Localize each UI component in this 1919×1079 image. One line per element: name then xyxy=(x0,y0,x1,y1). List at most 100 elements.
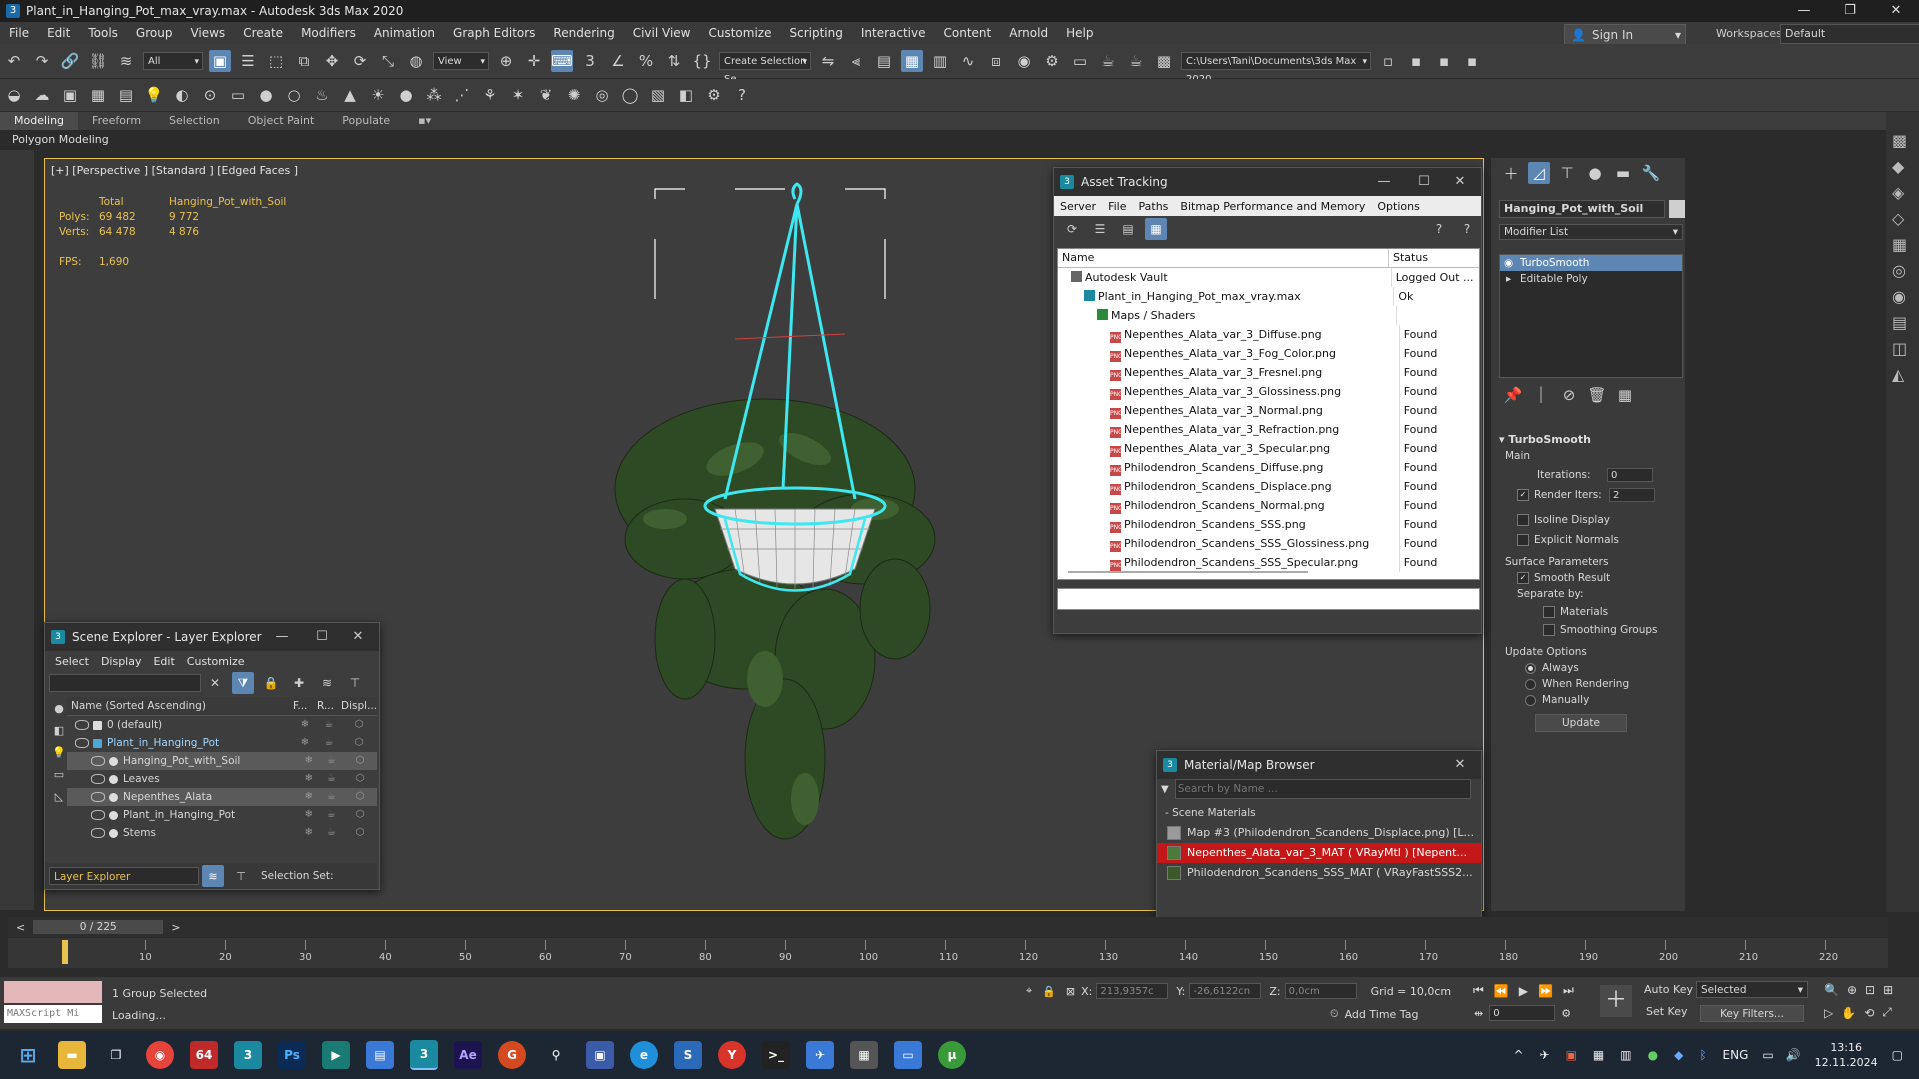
table-row[interactable]: Maps / Shaders xyxy=(1058,306,1479,325)
zoom-extents-icon[interactable]: ⊡ xyxy=(1865,983,1875,997)
asset-path-field[interactable] xyxy=(1057,588,1480,610)
render-icon[interactable]: ☕ xyxy=(317,734,341,752)
stack-item-turbosmooth[interactable]: ◉ TurboSmooth xyxy=(1500,255,1682,271)
tab-modeling[interactable]: Modeling xyxy=(0,112,79,130)
search-options-icon[interactable]: ▼ xyxy=(1161,784,1169,795)
menu-rendering[interactable]: Rendering xyxy=(544,22,623,44)
hierarchy-mode-icon[interactable]: ⊤ xyxy=(230,865,252,887)
key-selection-dropdown[interactable]: Selected ▾ xyxy=(1696,981,1808,998)
tool-icon-1[interactable]: ◆ xyxy=(1892,154,1919,180)
rotate-icon[interactable]: ⟳ xyxy=(349,50,371,72)
table-row[interactable]: PNGPhilodendron_Scandens_SSS_Specular.pn… xyxy=(1058,553,1479,572)
clear-search-icon[interactable]: ✕ xyxy=(204,672,226,694)
asset-icon-3[interactable]: ▪ xyxy=(1461,50,1483,72)
workspaces-select[interactable]: Default xyxy=(1780,24,1919,44)
menu-select[interactable]: Select xyxy=(49,655,95,668)
link-icon[interactable]: 🔗 xyxy=(59,50,81,72)
auto-key-button[interactable]: Auto Key xyxy=(1644,983,1693,996)
display-icon[interactable]: ⬡ xyxy=(343,788,377,806)
menu-modifiers[interactable]: Modifiers xyxy=(292,22,365,44)
tool-icon-9[interactable]: ◭ xyxy=(1892,362,1919,388)
utorrent-icon[interactable]: μ xyxy=(938,1041,966,1069)
project-path-dropdown[interactable]: C:\Users\Tani\Documents\3ds Max 2020 xyxy=(1181,52,1371,85)
help-icon[interactable]: ? xyxy=(731,84,753,106)
freeze-icon[interactable]: ❄ xyxy=(293,716,317,734)
unlink-icon[interactable]: ⛓ xyxy=(87,50,109,72)
language-indicator[interactable]: ENG xyxy=(1723,1048,1749,1062)
sun-icon[interactable]: ☀ xyxy=(367,84,389,106)
zoom-icon[interactable]: 🔍 xyxy=(1824,983,1839,997)
freeze-icon[interactable]: ❄ xyxy=(297,824,320,842)
column-status[interactable]: Status xyxy=(1389,249,1479,267)
menu-content[interactable]: Content xyxy=(935,22,1001,44)
window-crossing-icon[interactable]: ⧉ xyxy=(293,50,315,72)
menu-edit[interactable]: Edit xyxy=(38,22,79,44)
hierarchy-tab-icon[interactable]: ⊤ xyxy=(1556,162,1578,184)
network-icon[interactable]: ▭ xyxy=(1762,1048,1773,1062)
maxscript-listener[interactable] xyxy=(4,981,102,1003)
object-name-field[interactable]: Hanging_Pot_with_Soil xyxy=(1499,200,1665,218)
visibility-eye-icon[interactable] xyxy=(75,720,89,730)
3dsmax-icon-1[interactable]: 3 xyxy=(234,1041,262,1069)
table-row[interactable]: PNGNepenthes_Alata_var_3_Normal.png Found xyxy=(1058,401,1479,420)
menu-group[interactable]: Group xyxy=(127,22,182,44)
tool-icon-5[interactable]: ◎ xyxy=(1892,258,1919,284)
iterations-spinner[interactable]: 0 xyxy=(1607,468,1653,482)
menu-animation[interactable]: Animation xyxy=(365,22,444,44)
refresh-icon[interactable]: ⟳ xyxy=(1061,218,1083,240)
mesh-light-icon[interactable]: ♨ xyxy=(311,84,333,106)
display-icon[interactable]: ⬡ xyxy=(341,734,377,752)
select-manipulate-icon[interactable]: ✛ xyxy=(523,50,545,72)
render-icon[interactable]: ☕ xyxy=(1097,50,1119,72)
align-icon[interactable]: ⫷ xyxy=(845,50,867,72)
menu-options[interactable]: Options xyxy=(1371,200,1425,213)
plane-light-icon[interactable]: ▭ xyxy=(227,84,249,106)
render-setup-icon[interactable]: ⚙ xyxy=(1041,50,1063,72)
scene-explorer-icon[interactable]: ▤ xyxy=(873,50,895,72)
task-view-icon[interactable]: ❐ xyxy=(102,1041,130,1069)
time-cursor[interactable] xyxy=(62,940,68,964)
table-row[interactable]: PNGNepenthes_Alata_var_3_Glossiness.png F… xyxy=(1058,382,1479,401)
always-radio[interactable] xyxy=(1525,662,1536,674)
time-config-icon[interactable]: ⚙ xyxy=(1561,1007,1571,1020)
proxy-icon[interactable]: ⁂ xyxy=(423,84,445,106)
chrome-icon[interactable]: ◉ xyxy=(146,1041,174,1069)
fov-icon[interactable]: ▷ xyxy=(1824,1006,1833,1020)
tool-icon-6[interactable]: ◉ xyxy=(1892,284,1919,310)
maxscript-mini-input[interactable]: MAXScript Mi xyxy=(4,1005,102,1023)
menu-server[interactable]: Server xyxy=(1054,200,1102,213)
list-item[interactable]: Stems ❄ ☕ ⬡ xyxy=(67,824,377,842)
notepad-icon[interactable]: ▤ xyxy=(366,1041,394,1069)
maximize-button[interactable]: ☐ xyxy=(1407,168,1441,196)
close-button[interactable]: ✕ xyxy=(1443,751,1477,779)
table-row[interactable]: PNGNepenthes_Alata_var_3_Specular.png Fou… xyxy=(1058,439,1479,458)
table-row[interactable]: PNGNepenthes_Alata_var_3_Fresnel.png Foun… xyxy=(1058,363,1479,382)
save-app-icon[interactable]: ▣ xyxy=(586,1041,614,1069)
column-name[interactable]: Name xyxy=(1058,249,1389,267)
cone-icon[interactable]: ▲ xyxy=(339,84,361,106)
freeze-icon[interactable]: ❄ xyxy=(297,788,320,806)
minimize-button[interactable]: — xyxy=(1367,168,1401,196)
smoothing-groups-checkbox[interactable] xyxy=(1543,624,1555,636)
menu-interactive[interactable]: Interactive xyxy=(852,22,935,44)
minimize-button[interactable]: — xyxy=(1781,0,1827,22)
bind-space-warp-icon[interactable]: ≋ xyxy=(115,50,137,72)
menu-arnold[interactable]: Arnold xyxy=(1000,22,1057,44)
schematic-view-icon[interactable]: ⧈ xyxy=(985,50,1007,72)
activeshade-icon[interactable]: ▩ xyxy=(1153,50,1175,72)
close-button[interactable]: ✕ xyxy=(1443,168,1477,196)
isolate-icon[interactable]: ⌖ xyxy=(1026,984,1032,998)
start-button-icon[interactable]: ⊞ xyxy=(14,1041,42,1069)
curve-editor-icon[interactable]: ∿ xyxy=(957,50,979,72)
frame-counter[interactable]: 0 / 225 xyxy=(33,920,164,934)
menu-help[interactable]: Help xyxy=(1057,22,1102,44)
telegram-desktop-icon[interactable]: ✈ xyxy=(806,1041,834,1069)
material-item[interactable]: Philodendron_Scandens_SSS_MAT ( VRayFast… xyxy=(1157,863,1481,883)
zoom-extents-all-icon[interactable]: ⊞ xyxy=(1883,983,1893,997)
next-frame-icon[interactable]: ⏩ xyxy=(1538,984,1553,998)
close-button[interactable]: ✕ xyxy=(1873,0,1919,22)
percent-snap-icon[interactable]: % xyxy=(635,50,657,72)
materials-checkbox[interactable] xyxy=(1543,606,1555,618)
rendered-frame-icon[interactable]: ▭ xyxy=(1069,50,1091,72)
store-icon[interactable]: S xyxy=(674,1041,702,1069)
